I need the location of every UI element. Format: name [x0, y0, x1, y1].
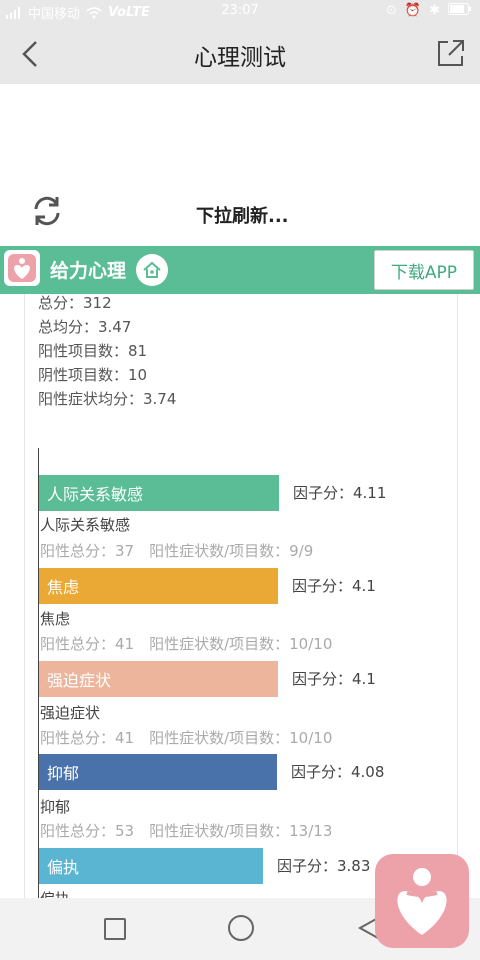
refresh-text: 下拉刷新... [196, 206, 289, 227]
factor-bar-obsessive: 强迫症状 [39, 661, 278, 697]
brand-name: 给力心理 [50, 260, 127, 282]
alarm-icon: ⏰ [404, 3, 422, 18]
factor-score: 因子分：3.83 [277, 857, 371, 875]
factor-name: 抑郁 [40, 798, 71, 816]
summary-average: 总均分：3.47 [38, 318, 132, 336]
house-icon [143, 261, 161, 278]
home-icon[interactable] [136, 254, 168, 286]
factor-detail: 阳性总分：53 阳性症状数/项目数：13/13 [40, 822, 333, 840]
summary-positive-average: 阳性症状均分：3.74 [38, 390, 177, 408]
heart-logo-icon [397, 868, 447, 935]
factor-detail: 阳性总分：41 阳性症状数/项目数：10/10 [40, 729, 333, 747]
recent-apps-button[interactable] [104, 918, 126, 940]
pull-to-refresh: 下拉刷新... [0, 84, 480, 246]
status-bar: 中国移动 VoLTE 23:07 ⊙ ⏰ ✱ [0, 0, 480, 24]
summary-total: 总分：312 [38, 294, 112, 312]
factor-score: 因子分：4.1 [292, 670, 376, 688]
factor-score: 因子分：4.11 [293, 484, 387, 502]
app-banner: 给力心理 下载APP [0, 246, 480, 294]
factor-detail: 阳性总分：41 阳性症状数/项目数：10/10 [40, 635, 333, 653]
battery-icon [448, 3, 471, 15]
title-bar: 心理测试 [0, 24, 480, 85]
floating-app-button[interactable] [375, 854, 469, 948]
summary-negative-count: 阴性项目数：10 [38, 366, 148, 384]
factor-name: 强迫症状 [40, 704, 101, 722]
factor-bar-paranoid: 偏执 [39, 848, 263, 884]
download-app-button[interactable]: 下载APP [374, 250, 474, 290]
factor-score: 因子分：4.08 [291, 763, 385, 781]
factor-detail: 阳性总分：37 阳性症状数/项目数：9/9 [40, 542, 314, 560]
home-button[interactable] [228, 915, 254, 941]
heart-logo-icon [8, 254, 36, 282]
result-content: 总分：312 总均分：3.47 阳性项目数：81 阴性项目数：10 阳性症状均分… [24, 294, 458, 898]
summary-positive-count: 阳性项目数：81 [38, 342, 148, 360]
factor-name: 焦虑 [40, 610, 71, 628]
share-icon[interactable] [434, 36, 468, 70]
refresh-icon [34, 196, 60, 226]
factor-bar-anxiety: 焦虑 [39, 568, 278, 604]
factor-bar-depression: 抑郁 [39, 754, 277, 790]
nfc-icon: ⊙ [386, 3, 397, 18]
app-logo [4, 250, 40, 286]
factor-name: 偏执 [40, 888, 70, 898]
page-title: 心理测试 [194, 45, 286, 71]
bluetooth-icon: ✱ [429, 3, 440, 18]
factor-name: 人际关系敏感 [40, 516, 131, 534]
factor-score: 因子分：4.1 [292, 577, 376, 595]
factor-bar-interpersonal: 人际关系敏感 [39, 475, 279, 511]
